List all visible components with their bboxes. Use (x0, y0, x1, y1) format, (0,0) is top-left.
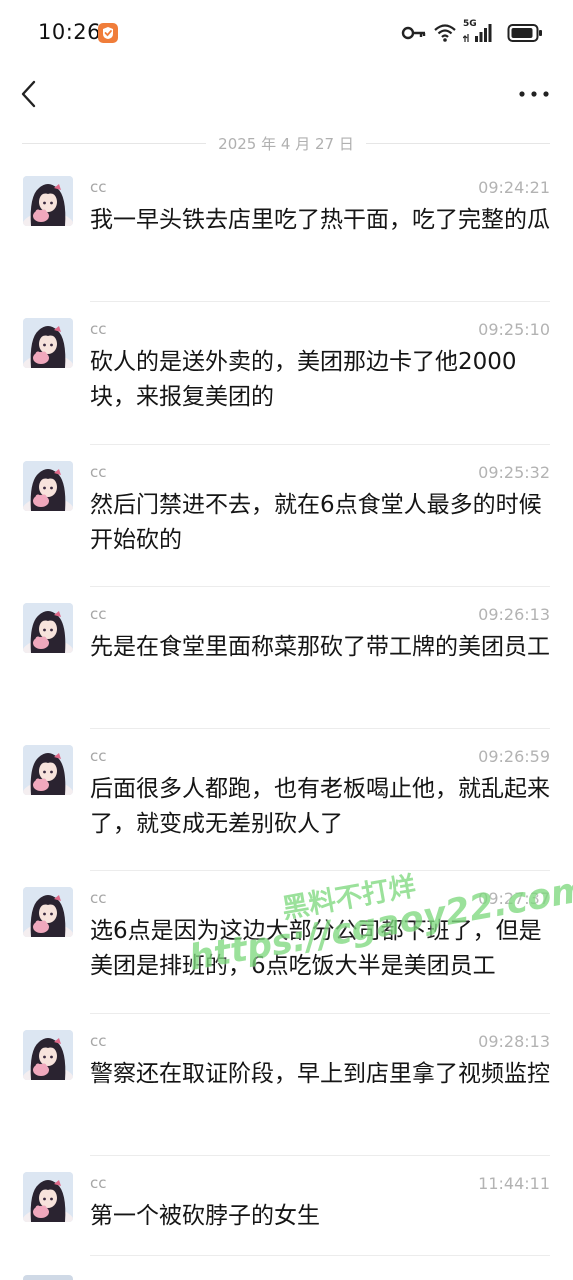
sender-name: cc (90, 747, 107, 766)
status-time: 10:26 (38, 20, 102, 44)
avatar[interactable] (23, 745, 73, 796)
network-label: 5G (463, 19, 477, 29)
divider-line-left (22, 142, 207, 144)
divider-line-right (365, 142, 550, 144)
app-badge-icon (98, 23, 118, 43)
message-text[interactable]: 警察还在取证阶段，早上到店里拿了视频监控 (90, 1057, 552, 1092)
signal-icon: 5G (463, 19, 493, 44)
message-list: cc 09:24:21 我一早头铁去店里吃了热干面，吃了完整的瓜 cc 09:2… (0, 160, 573, 1257)
avatar[interactable] (23, 887, 73, 938)
message-time: 09:24:21 (478, 178, 550, 197)
message-text[interactable]: 选6点是因为这边大部分公司都下班了，但是美团是排班的，6点吃饭大半是美团员工 (90, 914, 552, 984)
more-horizontal-icon (519, 91, 549, 97)
top-nav (0, 66, 573, 122)
message-time: 09:26:13 (478, 604, 550, 624)
message-text[interactable]: 第一个被砍脖子的女生 (90, 1199, 552, 1234)
sender-name: cc (90, 462, 107, 481)
message-text[interactable]: 先是在食堂里面称菜那砍了带工牌的美团员工 (90, 630, 552, 665)
date-divider: 2025 年 4 月 27 日 (22, 130, 550, 156)
avatar[interactable] (23, 1172, 73, 1223)
message-text[interactable]: 后面很多人都跑，也有老板喝止他，就乱起来了，就变成无差别砍人了 (90, 772, 552, 842)
battery-icon (507, 23, 543, 43)
message-text[interactable]: 然后门禁进不去，就在6点食堂人最多的时候开始砍的 (90, 488, 552, 558)
message-item[interactable]: cc 09:28:13 警察还在取证阶段，早上到店里拿了视频监控 (0, 1014, 573, 1157)
avatar[interactable] (23, 1029, 73, 1080)
sender-name: cc (90, 889, 107, 908)
avatar-partial (23, 1275, 73, 1280)
message-item[interactable]: cc 09:27:37 选6点是因为这边大部分公司都下班了，但是美团是排班的，6… (0, 871, 573, 1014)
status-bar: 10:26 5G (0, 0, 573, 66)
message-time: 09:28:13 (478, 1031, 550, 1051)
avatar[interactable] (23, 318, 73, 369)
chevron-left-icon (21, 80, 36, 108)
message-time: 11:44:11 (478, 1174, 550, 1194)
avatar[interactable] (23, 460, 73, 511)
message-time: 09:26:59 (478, 747, 550, 767)
message-item[interactable]: cc 09:25:10 砍人的是送外卖的，美团那边卡了他2000块，来报复美团的 (0, 302, 573, 445)
avatar[interactable] (23, 602, 73, 653)
message-item[interactable]: cc 09:24:21 我一早头铁去店里吃了热干面，吃了完整的瓜 (0, 160, 573, 303)
sender-name: cc (90, 178, 107, 196)
status-icons: 5G (401, 19, 543, 45)
sender-name: cc (90, 1031, 107, 1050)
message-item[interactable]: cc 11:44:11 第一个被砍脖子的女生 (0, 1156, 573, 1257)
back-button[interactable] (14, 76, 44, 112)
wifi-icon (433, 23, 457, 43)
message-item[interactable]: cc 09:26:13 先是在食堂里面称菜那砍了带工牌的美团员工 (0, 587, 573, 730)
message-item[interactable]: cc 09:26:59 后面很多人都跑，也有老板喝止他，就乱起来了，就变成无差别… (0, 729, 573, 872)
message-item[interactable]: cc 09:25:32 然后门禁进不去，就在6点食堂人最多的时候开始砍的 (0, 445, 573, 587)
sender-name: cc (90, 604, 107, 623)
sender-name: cc (90, 1174, 107, 1193)
key-icon (401, 25, 427, 41)
message-separator (90, 1255, 550, 1257)
message-time: 09:27:37 (478, 889, 550, 909)
more-button[interactable] (517, 80, 551, 108)
avatar[interactable] (23, 176, 73, 226)
message-text[interactable]: 我一早头铁去店里吃了热干面，吃了完整的瓜 (90, 203, 552, 238)
message-text[interactable]: 砍人的是送外卖的，美团那边卡了他2000块，来报复美团的 (90, 345, 552, 415)
date-label: 2025 年 4 月 27 日 (218, 134, 354, 153)
message-time: 09:25:32 (478, 462, 550, 482)
sender-name: cc (90, 320, 107, 339)
message-time: 09:25:10 (478, 320, 550, 340)
